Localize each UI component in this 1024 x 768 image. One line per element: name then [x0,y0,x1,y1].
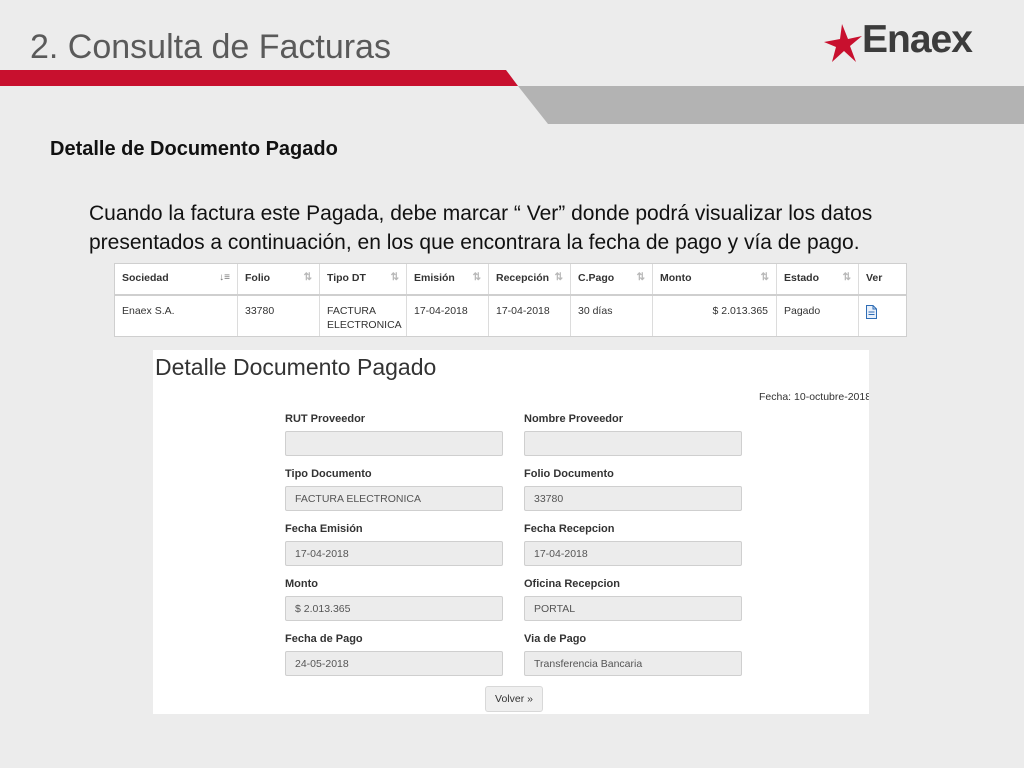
panel-date: Fecha: 10-octubre-2018 [759,391,869,403]
sort-icon: ⇅ [636,272,645,283]
nombre-proveedor-field[interactable] [524,431,742,456]
column-header-estado[interactable]: Estado ⇅ [777,264,859,294]
label-rut-proveedor: RUT Proveedor [285,413,366,425]
fecha-emision-field[interactable]: 17-04-2018 [285,541,503,566]
label-monto: Monto [285,578,318,590]
sort-icon: ⇅ [554,272,563,283]
column-header-c-pago[interactable]: C.Pago ⇅ [571,264,653,294]
label-oficina-recepcion: Oficina Recepcion [524,578,620,590]
sort-icon: ⇅ [472,272,481,283]
sort-icon: ⇅ [760,272,769,283]
cell-folio: 33780 [238,296,320,336]
enaex-star-icon [824,24,862,62]
monto-field[interactable]: $ 2.013.365 [285,596,503,621]
slide-title: 2. Consulta de Facturas [30,28,391,66]
cell-monto: $ 2.013.365 [653,296,777,336]
invoice-table: Sociedad ↓≡ Folio ⇅ Tipo DT ⇅ Emisión ⇅ … [114,263,907,337]
sort-icon: ⇅ [303,272,312,283]
label-nombre-proveedor: Nombre Proveedor [524,413,624,425]
red-accent-band [0,70,518,86]
folio-documento-field[interactable]: 33780 [524,486,742,511]
label-via-pago: Via de Pago [524,633,587,645]
cell-sociedad: Enaex S.A. [115,296,238,336]
logo-text: Enaex [862,18,973,61]
tipo-documento-field[interactable]: FACTURA ELECTRONICA [285,486,503,511]
label-tipo-documento: Tipo Documento [285,468,372,480]
column-header-folio[interactable]: Folio ⇅ [238,264,320,294]
oficina-recepcion-field[interactable]: PORTAL [524,596,742,621]
cell-ver [859,296,904,336]
fecha-pago-field[interactable]: 24-05-2018 [285,651,503,676]
gray-accent-band [518,86,1024,124]
label-fecha-recepcion: Fecha Recepcion [524,523,615,535]
column-header-monto[interactable]: Monto ⇅ [653,264,777,294]
section-heading: Detalle de Documento Pagado [50,138,338,160]
sort-desc-icon: ↓≡ [219,272,230,283]
label-fecha-emision: Fecha Emisión [285,523,363,535]
sort-icon: ⇅ [390,272,399,283]
cell-emision: 17-04-2018 [407,296,489,336]
column-header-emision[interactable]: Emisión ⇅ [407,264,489,294]
fecha-recepcion-field[interactable]: 17-04-2018 [524,541,742,566]
back-button[interactable]: Volver » [485,686,543,712]
column-header-sociedad[interactable]: Sociedad ↓≡ [115,264,238,294]
cell-c-pago: 30 días [571,296,653,336]
cell-estado: Pagado [777,296,859,336]
via-pago-field[interactable]: Transferencia Bancaria [524,651,742,676]
rut-proveedor-field[interactable] [285,431,503,456]
panel-title: Detalle Documento Pagado [155,354,437,380]
cell-tipo-dt: FACTURA ELECTRONICA [320,296,407,336]
instruction-paragraph: Cuando la factura este Pagada, debe marc… [89,202,873,254]
column-header-recepcion[interactable]: Recepción ⇅ [489,264,571,294]
enaex-logo: Enaex [820,18,1006,66]
label-folio-documento: Folio Documento [524,468,614,480]
table-row: Enaex S.A. 33780 FACTURA ELECTRONICA 17-… [115,296,906,336]
sort-icon: ⇅ [842,272,851,283]
cell-recepcion: 17-04-2018 [489,296,571,336]
table-header-row: Sociedad ↓≡ Folio ⇅ Tipo DT ⇅ Emisión ⇅ … [115,264,906,296]
column-header-tipo-dt[interactable]: Tipo DT ⇅ [320,264,407,294]
label-fecha-pago: Fecha de Pago [285,633,363,645]
column-header-ver: Ver [866,272,883,284]
document-icon[interactable] [866,305,877,323]
detail-panel: Detalle Documento Pagado Fecha: 10-octub… [153,350,869,714]
